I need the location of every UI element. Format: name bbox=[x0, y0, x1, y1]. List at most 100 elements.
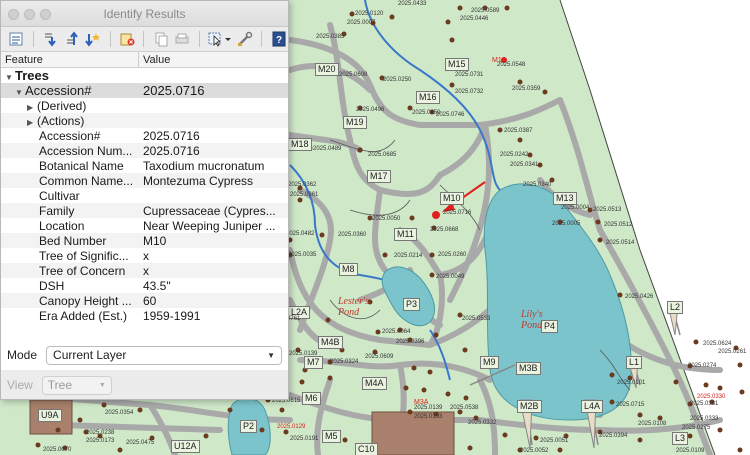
view-select-value: Tree bbox=[47, 378, 73, 392]
attribute-row[interactable]: Botanical Name Taxodium mucronatum bbox=[1, 158, 288, 173]
bed-label: M8 bbox=[339, 263, 358, 276]
accession-label: 2025.0341 bbox=[510, 162, 539, 168]
attribute-row[interactable]: Cultivar bbox=[1, 188, 288, 203]
attribute-row[interactable]: DSH 43.5" bbox=[1, 278, 288, 293]
accession-label: 2025.0340 bbox=[523, 182, 552, 188]
accession-label: 2025.0496 bbox=[356, 107, 385, 113]
bed-label: C10 bbox=[355, 443, 378, 455]
accession-label: 2025.0362 bbox=[288, 182, 317, 188]
bed-label: U9A bbox=[38, 409, 62, 422]
accession-label: 2025.0070 bbox=[43, 447, 72, 453]
mode-label: Mode bbox=[7, 348, 38, 362]
toolbar-separator bbox=[32, 31, 34, 47]
accession-label: 2025.0716 bbox=[443, 210, 472, 216]
print-icon[interactable] bbox=[173, 29, 192, 49]
accession-label: 2025.0101 bbox=[617, 380, 646, 386]
toolbar-separator bbox=[261, 31, 263, 47]
accession-label: 2025.0385 bbox=[316, 34, 345, 40]
help-icon[interactable]: ? bbox=[269, 29, 288, 49]
results-tree[interactable]: ▼ Trees ▼ Accession# 2025.0716 ▶ (Derived) … bbox=[1, 68, 288, 370]
accession-label: 2025.0139 bbox=[414, 405, 443, 411]
tree-row-feature[interactable]: ▼ Accession# 2025.0716 bbox=[1, 83, 288, 98]
view-select[interactable]: Tree ▼ bbox=[41, 375, 112, 395]
accession-label: 2025.0433 bbox=[398, 1, 427, 7]
attribute-row[interactable]: Family Cupressaceae (Cypres... bbox=[1, 203, 288, 218]
accession-label: 2025.0533 bbox=[462, 316, 491, 322]
accession-label: 2025.0005 bbox=[552, 221, 581, 227]
accession-label: 2025.0387 bbox=[504, 128, 533, 134]
accession-label: 2025.0514 bbox=[606, 240, 635, 246]
view-row: View Tree ▼ bbox=[1, 374, 290, 396]
collapsed-triangle-icon[interactable]: ▶ bbox=[27, 118, 37, 127]
accession-label: 2025.0007 bbox=[347, 20, 376, 26]
attribute-row[interactable]: Era Added (Est.) 1959-1991 bbox=[1, 308, 288, 323]
tree-row-actions[interactable]: ▶ (Actions) bbox=[1, 113, 288, 128]
toolbar-separator bbox=[198, 31, 200, 47]
identify-select-icon[interactable] bbox=[207, 29, 233, 49]
bed-label: M18 bbox=[288, 138, 312, 151]
bed-label: P3 bbox=[403, 298, 421, 311]
expand-new-icon[interactable] bbox=[84, 29, 103, 49]
collapse-down-icon[interactable] bbox=[41, 29, 60, 49]
accession-label: 2025.0715 bbox=[616, 402, 645, 408]
bed-label: L2 bbox=[667, 301, 684, 314]
attribute-row[interactable]: Accession# 2025.0716 bbox=[1, 128, 288, 143]
column-header-feature[interactable]: Feature bbox=[1, 52, 139, 67]
collapsed-triangle-icon[interactable]: ▶ bbox=[27, 103, 37, 112]
accession-label: 2025.0609 bbox=[365, 354, 394, 360]
pond-label-lily: Lily's Pond bbox=[521, 309, 543, 331]
accession-label: 2025.0035 bbox=[288, 252, 317, 258]
accession-label: 2025.0538 bbox=[450, 405, 479, 411]
accession-label: 2025.0108 bbox=[638, 421, 667, 427]
accession-label: 2025.0360 bbox=[338, 232, 367, 238]
clear-results-icon[interactable] bbox=[118, 29, 137, 49]
attribute-row[interactable]: Common Name... Montezuma Cypress bbox=[1, 173, 288, 188]
accession-label: 2025.0214 bbox=[394, 253, 423, 259]
column-header-value[interactable]: Value bbox=[139, 52, 174, 67]
bed-label: M4A bbox=[362, 377, 387, 390]
copy-icon[interactable] bbox=[151, 29, 170, 49]
view-label: View bbox=[7, 378, 33, 392]
attribute-row[interactable]: Canopy Height ... 60 bbox=[1, 293, 288, 308]
attribute-row[interactable]: Bed Number M10 bbox=[1, 233, 288, 248]
accession-label: 2025.0051 bbox=[540, 438, 569, 444]
attribute-row[interactable]: Tree of Concern x bbox=[1, 263, 288, 278]
accession-label: 2025.0746 bbox=[436, 112, 465, 118]
accession-label: 2025.0548 bbox=[497, 62, 526, 68]
settings-wrench-icon[interactable] bbox=[236, 29, 255, 49]
collapse-up-icon[interactable] bbox=[62, 29, 81, 49]
bed-label: M11 bbox=[394, 228, 417, 241]
tree-row-derived[interactable]: ▶ (Derived) bbox=[1, 98, 288, 113]
accession-label: 2025.0004 bbox=[561, 205, 590, 211]
bed-label: M5 bbox=[322, 430, 341, 443]
svg-text:?: ? bbox=[276, 35, 282, 46]
window-title: Identify Results bbox=[103, 7, 186, 21]
bed-label: M19 bbox=[343, 116, 367, 129]
accession-label: 2025.0361 bbox=[290, 192, 319, 198]
mode-select[interactable]: Current Layer ▼ bbox=[46, 345, 283, 365]
accession-label: 2025.0608 bbox=[339, 72, 368, 78]
accession-label: 2025.0396 bbox=[396, 339, 425, 345]
bed-label: M4B bbox=[318, 336, 343, 349]
accession-label: 2025.0513 bbox=[593, 207, 622, 213]
accession-label: 2025.0685 bbox=[368, 152, 397, 158]
accession-label: 2025.0394 bbox=[599, 433, 628, 439]
attribute-row[interactable]: Tree of Signific... x bbox=[1, 248, 288, 263]
expanded-triangle-icon[interactable]: ▼ bbox=[5, 73, 15, 82]
attribute-row[interactable]: Location Near Weeping Juniper ... bbox=[1, 218, 288, 233]
tree-row-layer[interactable]: ▼ Trees bbox=[1, 68, 288, 83]
title-bar[interactable]: Identify Results bbox=[1, 1, 288, 27]
accession-label: 2025.0261 bbox=[718, 349, 747, 355]
expanded-triangle-icon[interactable]: ▼ bbox=[15, 88, 25, 97]
accession-label: 2025.0173 bbox=[86, 438, 115, 444]
toolbar: ? bbox=[1, 27, 288, 51]
bed-label: M7 bbox=[304, 356, 323, 369]
attribute-row[interactable]: Accession Num... 2025.0716 bbox=[1, 143, 288, 158]
accession-label: 2025.0260 bbox=[438, 252, 467, 258]
accession-label: 2025.0052 bbox=[520, 448, 549, 454]
bed-label: M2B bbox=[517, 400, 542, 413]
accession-label: 2025.0129 bbox=[277, 424, 306, 430]
accession-label: 2025.0193 bbox=[414, 414, 443, 420]
bed-label: M3B bbox=[516, 362, 541, 375]
expand-icon[interactable] bbox=[7, 29, 26, 49]
